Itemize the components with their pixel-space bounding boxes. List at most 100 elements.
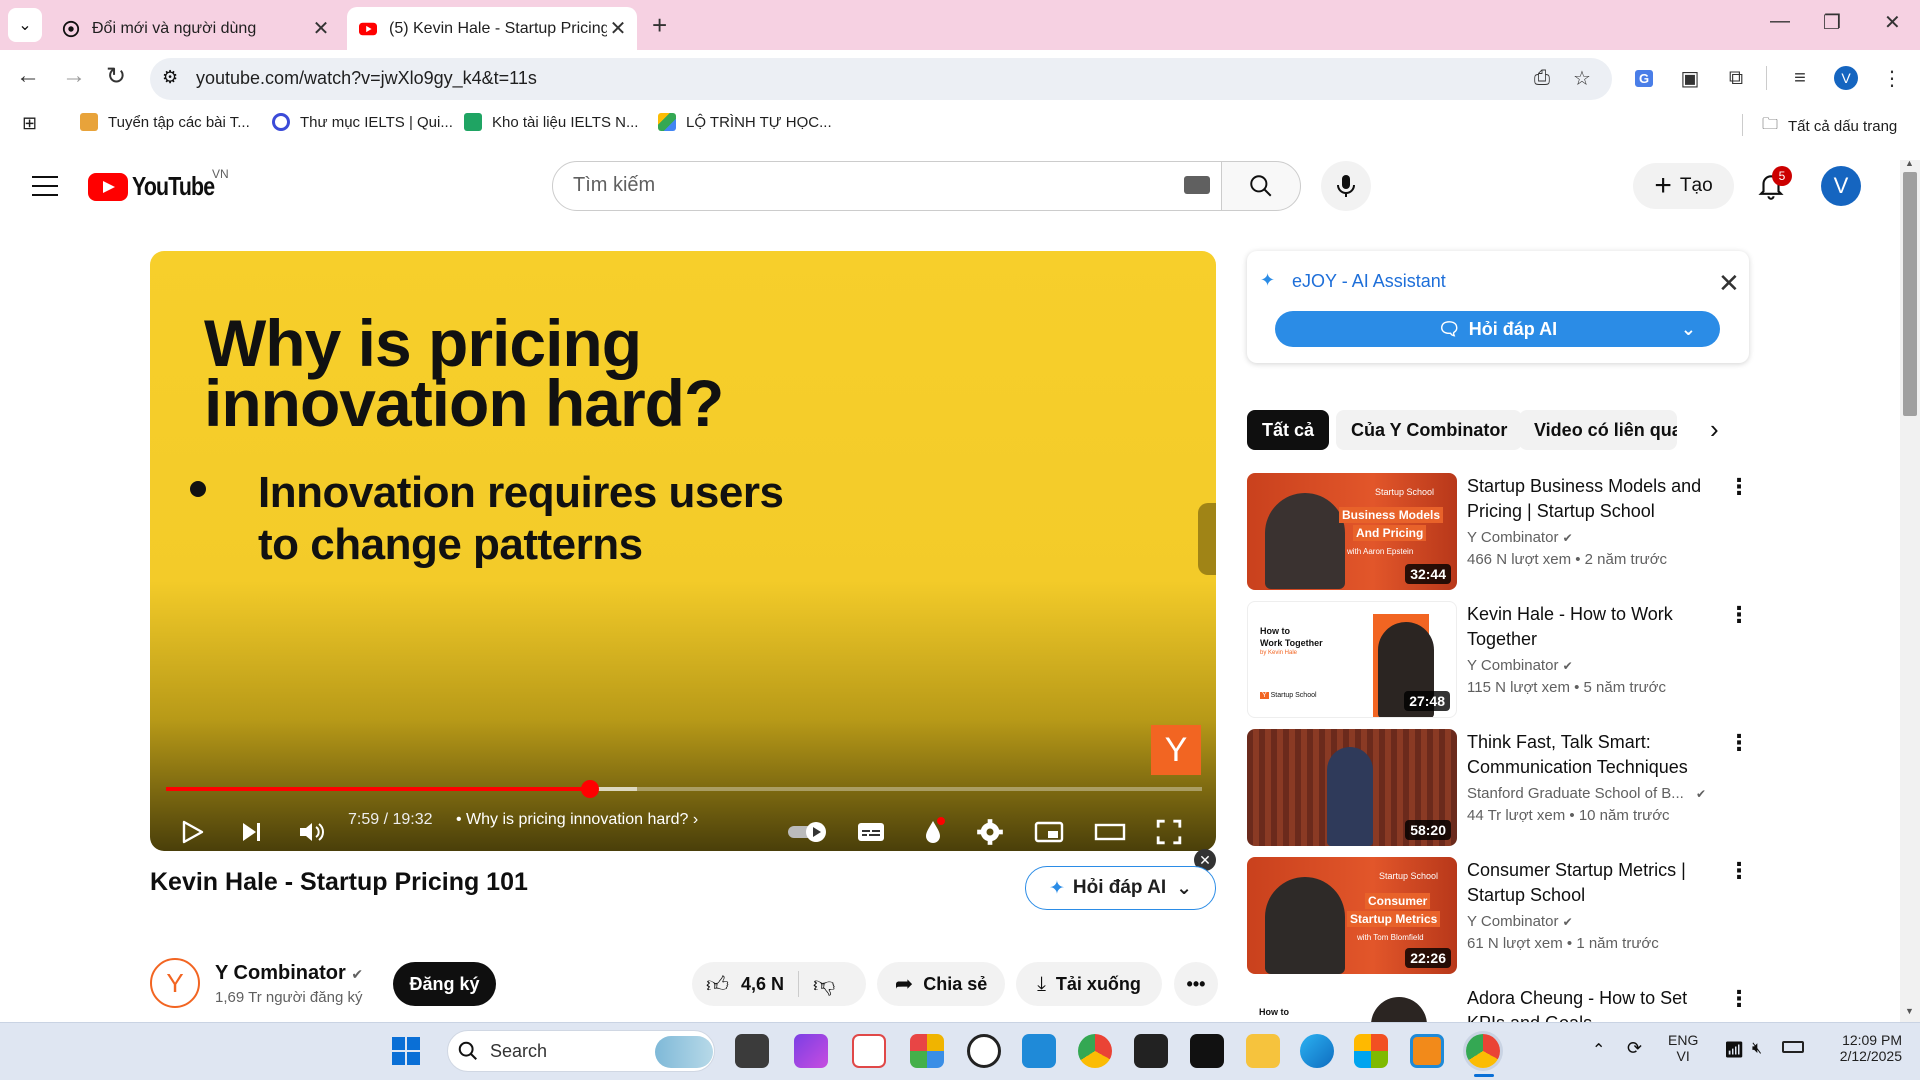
new-tab-button[interactable]: + [652,10,667,41]
windows-start-icon[interactable] [391,1036,421,1066]
forward-icon[interactable]: → [62,62,86,90]
settings-button[interactable] [976,810,1004,851]
chrome-profile-app-icon[interactable] [1466,1034,1500,1068]
chapter-title[interactable]: • Why is pricing innovation hard? › [456,811,698,829]
side-panel-handle[interactable] [1198,503,1216,575]
hamburger-menu-icon[interactable] [32,176,58,203]
dell-app-icon[interactable] [967,1034,1001,1068]
bookmark-item[interactable]: LỘ TRÌNH TỰ HỌC... [658,113,832,131]
scrollbar-thumb[interactable] [1903,172,1917,416]
minimize-icon[interactable]: — [1770,10,1790,33]
channel-avatar[interactable]: Y [150,958,200,1008]
next-button[interactable] [240,810,264,851]
chip-related[interactable]: Video có liên quan [1519,410,1677,450]
autoplay-toggle[interactable] [786,810,830,851]
battery-icon[interactable] [1782,1041,1804,1053]
tab-search-button[interactable]: ⌄ [8,8,42,42]
browser-menu-icon[interactable]: ⋮ [1878,64,1906,92]
ai-qa-button[interactable]: ✦ Hỏi đáp AI ⌄ [1025,866,1216,910]
search-button[interactable] [1221,161,1301,211]
rec-title[interactable]: Consumer Startup Metrics | Startup Schoo… [1467,858,1717,908]
rec-menu-icon[interactable]: ⋮ [1728,986,1750,1012]
rec-thumbnail[interactable]: Startup School Consumer Startup Metrics … [1247,857,1457,974]
task-view-icon[interactable] [735,1034,769,1068]
channel-name[interactable]: Y Combinator ✔ [215,962,363,985]
rec-channel[interactable]: Y Combinator ✔ [1467,527,1573,549]
apps-grid-icon[interactable]: ⊞ [22,113,37,134]
tray-overflow-icon[interactable]: ⌃ [1592,1040,1605,1060]
sync-icon[interactable]: ⟳ [1627,1038,1642,1059]
rec-menu-icon[interactable]: ⋮ [1728,730,1750,756]
bookmark-item[interactable]: Kho tài liệu IELTS N... [464,113,638,131]
ejoy-drop-button[interactable] [920,810,946,851]
create-button[interactable]: + Tạo [1633,163,1734,209]
rec-title[interactable]: Adora Cheung - How to Set KPIs and Goals [1467,986,1717,1022]
language-indicator[interactable]: ENG VI [1668,1032,1698,1064]
subtitles-button[interactable] [856,810,886,851]
vscode-app-icon[interactable] [1022,1034,1056,1068]
more-actions-button[interactable]: ••• [1174,962,1218,1006]
install-app-icon[interactable]: ⎙ [1528,64,1556,92]
bookmark-item[interactable]: Tuyển tập các bài T... [80,113,250,131]
chip-all[interactable]: Tất cả [1247,410,1330,450]
clock[interactable]: 12:09 PM 2/12/2025 [1818,1032,1902,1064]
profile-avatar[interactable]: V [1834,66,1858,90]
wifi-icon[interactable]: 📶︎ [1724,1040,1744,1060]
rec-menu-icon[interactable]: ⋮ [1728,858,1750,884]
browser-tab-1[interactable]: Đổi mới và người dùng ✕ [50,7,340,50]
account-avatar[interactable]: V [1821,166,1861,206]
copilot-app-icon[interactable] [794,1034,828,1068]
ejoy-close-icon[interactable]: ✕ [1718,268,1740,299]
extension-icon[interactable]: ▣ [1676,64,1704,92]
rec-thumbnail[interactable]: How to Work Together by Kevin Hale Y Sta… [1247,601,1457,718]
scrubber-handle[interactable] [580,780,599,798]
reload-icon[interactable]: ↻ [106,62,126,91]
close-tab-icon[interactable]: ✕ [607,16,629,41]
rec-title[interactable]: Kevin Hale - How to Work Together [1467,602,1717,652]
rec-channel[interactable]: Y Combinator ✔ [1467,655,1573,677]
site-info-icon[interactable]: ⚙ [162,67,178,88]
rec-thumbnail[interactable]: 58:20 [1247,729,1457,846]
like-count[interactable]: 4,6 N [741,974,784,995]
volume-button[interactable] [298,810,326,851]
extensions-puzzle-icon[interactable]: ⧉ [1722,64,1750,92]
like-icon[interactable]: 👍︎ [706,971,729,998]
jetbrains-app-icon[interactable] [1190,1034,1224,1068]
voice-search-button[interactable] [1321,161,1371,211]
edge-app-icon[interactable] [1300,1034,1334,1068]
play-button[interactable] [180,810,204,851]
goland-app-icon[interactable] [1134,1034,1168,1068]
miniplayer-button[interactable] [1034,810,1064,851]
rec-channel[interactable]: Stanford Graduate School of B... ✔ [1467,783,1706,805]
bookmark-item[interactable]: Thư mục IELTS | Qui... [272,113,453,131]
keyboard-icon[interactable] [1184,176,1210,194]
bookmark-star-icon[interactable]: ☆ [1568,64,1596,92]
file-explorer-icon[interactable] [1246,1034,1280,1068]
url-text[interactable]: youtube.com/watch?v=jwXlo9gy_k4&t=11s [196,68,537,89]
rec-menu-icon[interactable]: ⋮ [1728,602,1750,628]
window-close-icon[interactable]: ✕ [1884,10,1901,35]
scroll-up-icon[interactable]: ▲ [1905,158,1914,168]
volume-muted-icon[interactable]: 🔇︎ [1752,1040,1762,1058]
video-player[interactable]: Why is pricing innovation hard? Innovati… [150,251,1216,851]
photos-app-icon[interactable] [910,1034,944,1068]
browser-tab-2[interactable]: (5) Kevin Hale - Startup Pricing ✕ [347,7,637,50]
back-icon[interactable]: ← [16,62,40,90]
scroll-down-icon[interactable]: ▼ [1905,1006,1914,1016]
all-bookmarks[interactable]: 🗀 Tất cả dấu trang [1762,113,1897,140]
remote-app-icon[interactable] [1410,1034,1444,1068]
store-app-icon[interactable] [1354,1034,1388,1068]
subscribe-button[interactable]: Đăng ký [393,962,496,1006]
fullscreen-button[interactable] [1156,810,1182,851]
chrome-app-icon[interactable] [1078,1034,1112,1068]
rec-thumbnail[interactable]: How to [1247,985,1457,1022]
restore-icon[interactable]: ❐ [1823,10,1841,35]
ejoy-ai-button[interactable]: 🗨︎ Hỏi đáp AI ⌄ [1275,311,1720,347]
close-tab-icon[interactable]: ✕ [310,16,332,41]
chip-from-channel[interactable]: Của Y Combinator [1336,410,1523,450]
rec-menu-icon[interactable]: ⋮ [1728,474,1750,500]
youtube-logo[interactable]: YouTube [88,171,232,202]
rec-title[interactable]: Think Fast, Talk Smart: Communication Te… [1467,730,1717,780]
rec-thumbnail[interactable]: Startup School Business Models And Prici… [1247,473,1457,590]
rec-channel[interactable]: Y Combinator ✔ [1467,911,1573,933]
